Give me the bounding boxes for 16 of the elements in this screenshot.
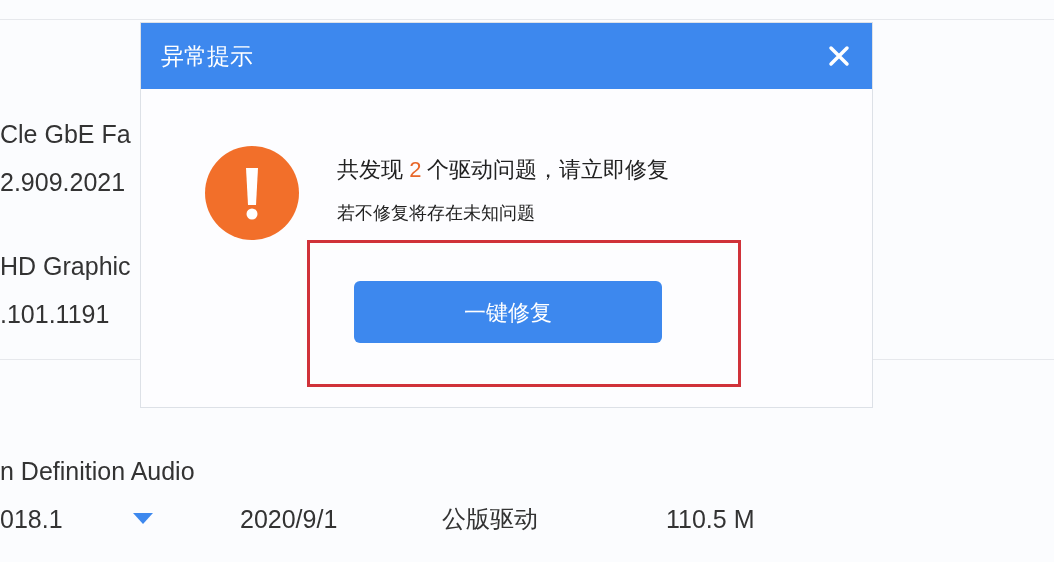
note-text: 若不修复将存在未知问题 <box>337 202 536 225</box>
driver-type: 公版驱动 <box>442 505 539 533</box>
dialog-title: 异常提示 <box>161 41 253 71</box>
driver-version: .101.1191 <box>0 300 110 328</box>
dropdown-icon[interactable] <box>133 513 153 525</box>
fix-button[interactable]: 一键修复 <box>354 281 662 343</box>
warning-icon <box>205 146 299 240</box>
message-text: 共发现 2 个驱动问题，请立即修复 <box>337 156 670 184</box>
driver-name: Cle GbE Fa <box>0 120 131 148</box>
driver-date: 2020/9/1 <box>240 505 339 533</box>
driver-name: HD Graphic <box>0 252 131 280</box>
driver-version: 018.1 <box>0 505 64 533</box>
driver-size: 110.5 M <box>666 505 755 533</box>
driver-version: 2.909.2021 <box>0 168 126 196</box>
close-icon[interactable] <box>828 45 850 67</box>
driver-name: n Definition Audio <box>0 457 195 485</box>
